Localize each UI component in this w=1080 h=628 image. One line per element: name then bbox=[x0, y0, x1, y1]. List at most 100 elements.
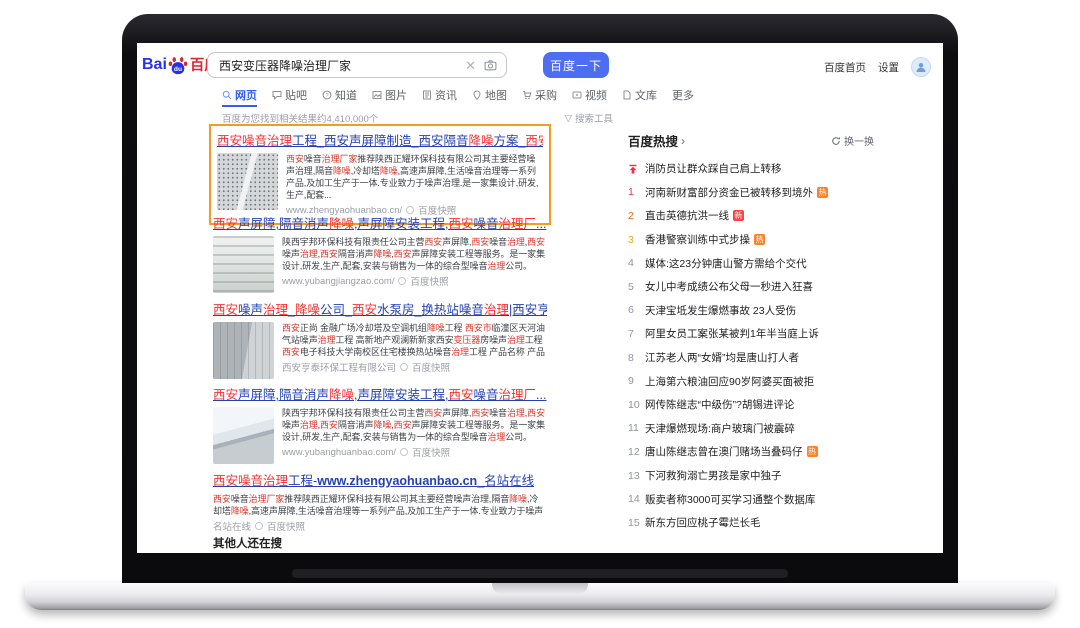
filter-icon: ▽ bbox=[565, 113, 572, 124]
result-title[interactable]: 西安噪音治理工程_西安声屏障制造_西安隔音降噪方案_西安... bbox=[217, 130, 543, 149]
hot-search-item[interactable]: 4媒体:这23分钟唐山警方需给个交代 bbox=[628, 251, 874, 275]
shield-icon bbox=[398, 277, 406, 285]
snapshot-link[interactable]: 百度快照 bbox=[410, 274, 448, 288]
tab-贴吧[interactable]: 贴吧 bbox=[272, 87, 307, 107]
tab-网页[interactable]: 网页 bbox=[222, 87, 257, 107]
hot-search-item[interactable]: 7阿里女员工案张某被判1年半当庭上诉 bbox=[628, 322, 874, 346]
tabs-row: 网页贴吧 ?知道图片资讯地图采购视频文库更多 bbox=[222, 87, 694, 107]
others-searched-heading: 其他人还在搜 bbox=[213, 535, 282, 551]
tab-更多[interactable]: 更多 bbox=[672, 87, 694, 107]
hot-search-header: 百度热搜 › 换一换 bbox=[628, 131, 874, 150]
result-description: 西安噪音治理厂家推荐陕西正耀环保科技有限公司其主要经营噪声治理,隔音降噪,冷却塔… bbox=[286, 153, 543, 201]
refresh-button[interactable]: 换一换 bbox=[831, 133, 874, 148]
result-source-row: www.yubangjiangzao.com/百度快照 bbox=[282, 274, 547, 288]
hot-item-text: 河南新财富部分资金已被转移到境外 bbox=[645, 185, 813, 200]
result-title[interactable]: 西安噪声治理_降噪公司_西安水泵房_换热站噪音治理|西安亨... bbox=[213, 299, 547, 318]
hot-search-item[interactable]: 消防员让群众踩自己肩上转移 bbox=[628, 157, 874, 181]
hot-search-item[interactable]: 8江苏老人两“女婿”均是唐山打人者 bbox=[628, 346, 874, 370]
hot-search-item[interactable]: 11天津爆燃现场:商户玻璃门被震碎 bbox=[628, 417, 874, 441]
hot-search-item[interactable]: 6天津宝坻发生爆燃事故 23人受伤 bbox=[628, 299, 874, 323]
hot-item-text: 唐山陈继志曾在澳门赌场当叠码仔 bbox=[645, 444, 803, 459]
hot-rank: 11 bbox=[628, 422, 645, 434]
result-site-name: 西安亨泰环保工程有限公司 bbox=[282, 360, 396, 374]
tab-知道[interactable]: ?知道 bbox=[322, 87, 357, 107]
hot-item-text: 下河救狗溺亡男孩是家中独子 bbox=[645, 468, 782, 483]
hot-item-text: 媒体:这23分钟唐山警方需给个交代 bbox=[645, 256, 807, 271]
search-result: 西安噪声治理_降噪公司_西安水泵房_换热站噪音治理|西安亨...西安正尚 金融广… bbox=[213, 299, 547, 379]
search-box: ✕ bbox=[207, 52, 507, 78]
tab-采购[interactable]: 采购 bbox=[522, 87, 557, 107]
avatar[interactable] bbox=[911, 57, 931, 77]
settings-link[interactable]: 设置 bbox=[878, 60, 899, 75]
hot-rank: 2 bbox=[628, 210, 645, 222]
hot-search-item[interactable]: 12唐山陈继志曾在澳门赌场当叠码仔热 bbox=[628, 440, 874, 464]
tab-资讯[interactable]: 资讯 bbox=[422, 87, 457, 107]
result-description: 西安噪音治理厂家推荐陕西正耀环保科技有限公司其主要经营噪声治理,隔音降噪,冷却塔… bbox=[213, 493, 547, 517]
cart-icon bbox=[522, 90, 532, 100]
results-count: 百度为您找到相关结果约4,410,000个 bbox=[222, 111, 378, 125]
search-icon bbox=[222, 90, 232, 100]
result-thumbnail[interactable] bbox=[213, 407, 274, 464]
camera-icon[interactable] bbox=[484, 59, 497, 72]
search-result: 西安声屏障,隔音消声降噪,声屏障安装工程,西安噪音治理厂...陕西宇邦环保科技有… bbox=[213, 384, 547, 464]
hot-search-item[interactable]: 13下河救狗溺亡男孩是家中独子 bbox=[628, 464, 874, 488]
image-icon bbox=[372, 90, 382, 100]
hot-search-item[interactable]: 2直击英德抗洪一线新 bbox=[628, 204, 874, 228]
hot-rank: 6 bbox=[628, 304, 645, 316]
baidu-logo-bai: Bai bbox=[142, 56, 167, 74]
refresh-icon bbox=[831, 136, 841, 146]
hot-rank: 9 bbox=[628, 375, 645, 387]
hot-badge: 热 bbox=[817, 187, 828, 198]
search-tools[interactable]: ▽ 搜索工具 bbox=[565, 111, 613, 125]
svg-text:du: du bbox=[174, 65, 182, 72]
hot-search-item[interactable]: 1河南新财富部分资金已被转移到境外热 bbox=[628, 181, 874, 205]
snapshot-link[interactable]: 百度快照 bbox=[412, 445, 450, 459]
tab-文库[interactable]: 文库 bbox=[622, 87, 657, 107]
shield-icon bbox=[255, 522, 263, 530]
hot-search-item[interactable]: 9上海第六粮油回应90岁阿婆买面被拒 bbox=[628, 369, 874, 393]
search-button[interactable]: 百度一下 bbox=[543, 52, 609, 78]
results-meta: 百度为您找到相关结果约4,410,000个 ▽ 搜索工具 bbox=[222, 111, 613, 125]
hot-search-item[interactable]: 15新东方回应桃子霉烂长毛 bbox=[628, 511, 874, 535]
tab-视频[interactable]: 视频 bbox=[572, 87, 607, 107]
result-description: 陕西宇邦环保科技有限责任公司主营西安声屏障,西安噪音治理,西安噪声治理,西安隔音… bbox=[282, 236, 547, 272]
hot-item-text: 香港警察训练中式步操 bbox=[645, 232, 750, 247]
result-title[interactable]: 西安噪音治理工程-www.zhengyaohuanbao.cn_名站在线 bbox=[213, 470, 547, 489]
result-title[interactable]: 西安声屏障,隔音消声降噪,声屏障安装工程,西安噪音治理厂... bbox=[213, 213, 547, 232]
hot-search-item[interactable]: 3香港警察训练中式步操热 bbox=[628, 228, 874, 252]
hot-rank: 12 bbox=[628, 446, 645, 458]
clear-icon[interactable]: ✕ bbox=[465, 59, 476, 72]
result-title[interactable]: 西安声屏障,隔音消声降噪,声屏障安装工程,西安噪音治理厂... bbox=[213, 384, 547, 403]
snapshot-link[interactable]: 百度快照 bbox=[412, 360, 450, 374]
hot-search-item[interactable]: 10网传陈继志“中级伤”?胡锡进评论 bbox=[628, 393, 874, 417]
chevron-right-icon: › bbox=[681, 134, 685, 148]
laptop-base bbox=[25, 583, 1055, 610]
tab-图片[interactable]: 图片 bbox=[372, 87, 407, 107]
search-input[interactable] bbox=[217, 57, 457, 73]
hot-item-text: 上海第六粮油回应90岁阿婆买面被拒 bbox=[645, 374, 814, 389]
shield-icon bbox=[400, 363, 408, 371]
hot-badge: 热 bbox=[754, 234, 765, 245]
hot-rank: 5 bbox=[628, 281, 645, 293]
result-thumbnail[interactable] bbox=[213, 236, 274, 293]
hot-search-item[interactable]: 14贩卖者称3000可买学习通整个数据库 bbox=[628, 487, 874, 511]
hot-item-text: 贩卖者称3000可买学习通整个数据库 bbox=[645, 492, 815, 507]
search-result: 西安声屏障,隔音消声降噪,声屏障安装工程,西安噪音治理厂... 陕西宇邦环保科技有… bbox=[213, 213, 547, 293]
result-url: www.yubanghuanbao.com/ bbox=[282, 447, 396, 458]
svg-text:?: ? bbox=[325, 93, 328, 99]
chat-icon bbox=[272, 90, 282, 100]
home-link[interactable]: 百度首页 bbox=[824, 60, 866, 75]
tab-地图[interactable]: 地图 bbox=[472, 87, 507, 107]
snapshot-link[interactable]: 百度快照 bbox=[267, 519, 305, 533]
result-site-name: 名站在线 bbox=[213, 519, 251, 533]
question-icon: ? bbox=[322, 90, 332, 100]
map-icon bbox=[472, 90, 482, 100]
hot-search-item[interactable]: 5女儿中考成绩公布父母一秒进入狂喜 bbox=[628, 275, 874, 299]
hot-search-title[interactable]: 百度热搜 bbox=[628, 131, 678, 150]
result-thumbnail[interactable] bbox=[213, 322, 274, 379]
hot-item-text: 新东方回应桃子霉烂长毛 bbox=[645, 515, 761, 530]
result-source-row: www.yubanghuanbao.com/百度快照 bbox=[282, 445, 547, 459]
result-thumbnail[interactable] bbox=[217, 153, 278, 210]
top-pin-icon bbox=[628, 164, 645, 174]
hot-item-text: 天津爆燃现场:商户玻璃门被震碎 bbox=[645, 421, 795, 436]
